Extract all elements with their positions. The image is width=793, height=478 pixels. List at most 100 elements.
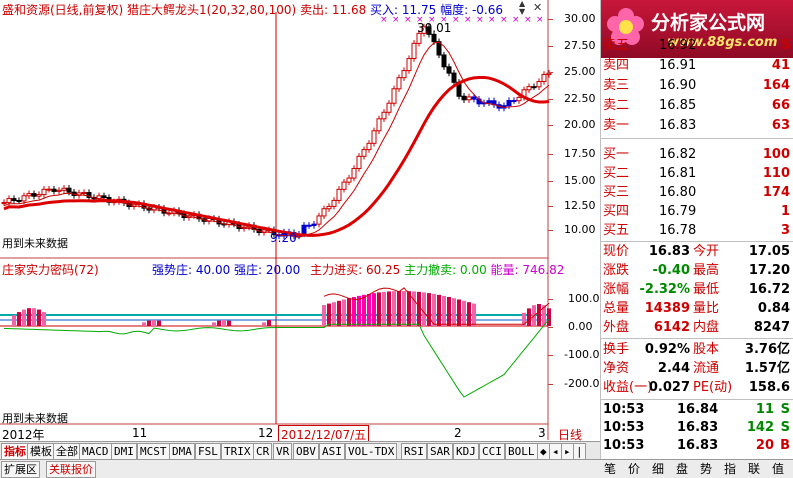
tick-row: 10:53 16.83 20 B	[601, 437, 793, 455]
ask-volume: 63	[771, 118, 790, 133]
panel-tab-bar: 笔价细盘势指联值	[600, 459, 793, 478]
close-icon[interactable]: ✕	[533, 1, 542, 14]
tab-obv[interactable]: OBV	[293, 443, 319, 460]
bid-price: 16.82	[659, 147, 697, 162]
energy-bar	[327, 303, 331, 326]
ask-label: 卖一	[603, 118, 630, 133]
stat-value: 8247	[753, 320, 790, 335]
stat-label: 最低	[693, 282, 720, 297]
candle-body	[451, 72, 457, 83]
panel-tab[interactable]: 细	[652, 461, 664, 477]
energy-bar	[382, 291, 386, 326]
ask-row[interactable]: 卖一 16.83 63	[601, 116, 793, 136]
tab-cci[interactable]: CCI	[479, 443, 505, 460]
stat-value: -2.32%	[639, 282, 691, 297]
energy-bar	[397, 291, 401, 326]
main-chart[interactable]: × × × × × × × × × × × × × × 盛和资源(日线,前复权) 猎庄大鳄龙头1(20,3…	[0, 0, 600, 444]
main-y-tick: 15.00	[564, 174, 596, 187]
candle-body	[31, 193, 37, 197]
tab-vol-tdx[interactable]: VOL-TDX	[345, 443, 398, 460]
stat-label: 涨跌	[603, 263, 630, 278]
panel-tab[interactable]: 势	[700, 461, 712, 477]
ask-row[interactable]: 卖五 16.92 5	[601, 36, 793, 56]
energy-bar	[457, 299, 461, 326]
tab-dmi[interactable]: DMI	[111, 443, 137, 460]
tick-row: 10:53 16.83 142 S	[601, 419, 793, 437]
main-y-tick: 17.50	[564, 147, 596, 160]
tab-sar[interactable]: SAR	[427, 443, 453, 460]
tab-模板[interactable]: 模板	[27, 443, 55, 460]
low-price-label: 9.20	[270, 231, 297, 245]
tab-dma[interactable]: DMA	[169, 443, 195, 460]
tab-vr[interactable]: VR	[273, 443, 293, 460]
candle-body	[461, 95, 467, 101]
bid-row[interactable]: 买一 16.82 100	[601, 145, 793, 165]
tab-scroll-icon[interactable]: |	[573, 443, 586, 460]
tick-price: 16.83	[677, 420, 719, 435]
tab-boll[interactable]: BOLL	[505, 443, 538, 460]
chart-canvas[interactable]: × × × × × × × × × × × × × ×	[0, 0, 600, 440]
bid-volume: 3	[780, 223, 790, 238]
bid-row[interactable]: 买二 16.81 110	[601, 164, 793, 184]
bid-row[interactable]: 买三 16.80 174	[601, 183, 793, 203]
nav-down-icon[interactable]: ▼	[519, 7, 525, 16]
energy-bar	[32, 308, 36, 326]
sell-value: 卖出: 11.68	[300, 3, 367, 17]
energy-bar	[322, 305, 326, 326]
sub-y-tick: -200.0	[564, 377, 600, 390]
energy-bar	[267, 320, 271, 326]
panel-tab[interactable]: 联	[748, 461, 760, 477]
tab-asi[interactable]: ASI	[319, 443, 345, 460]
x-label-11: 11	[132, 426, 148, 440]
tab-cr[interactable]: CR	[253, 443, 273, 460]
tab-fsl[interactable]: FSL	[195, 443, 221, 460]
energy-bar	[432, 293, 436, 326]
candle-body	[36, 194, 42, 197]
tab-scroll-icon[interactable]: ◂	[549, 443, 562, 460]
bid-row[interactable]: 买四 16.79 1	[601, 202, 793, 222]
ask-price: 16.90	[659, 78, 697, 93]
panel-tab[interactable]: 盘	[676, 461, 688, 477]
candle-body	[51, 188, 57, 192]
stat-value: 0.84	[757, 301, 790, 316]
candle-body	[56, 189, 62, 192]
tick-volume: 20	[755, 438, 774, 453]
ask-row[interactable]: 卖二 16.85 66	[601, 96, 793, 116]
ask-price: 16.85	[659, 98, 697, 113]
tab-mcst[interactable]: MCST	[137, 443, 170, 460]
y-tick-mark	[548, 206, 553, 207]
ask-row[interactable]: 卖三 16.90 164	[601, 76, 793, 96]
candle-body	[301, 224, 307, 235]
bid-volume: 174	[762, 185, 790, 200]
panel-tab[interactable]: 笔	[604, 461, 616, 477]
tab-全部[interactable]: 全部	[53, 443, 81, 460]
tab-指标[interactable]: 指标	[1, 443, 29, 460]
bid-row[interactable]: 买五 16.78 3	[601, 221, 793, 241]
main-y-tick: 22.50	[564, 92, 596, 105]
candle-body	[441, 54, 447, 68]
tab-scroll-icon[interactable]: ▸	[561, 443, 574, 460]
stat-row: 总量 14389 量比 0.84	[601, 299, 793, 318]
y-tick-mark	[548, 355, 553, 356]
tick-time: 10:53	[603, 420, 645, 435]
ask-row[interactable]: 卖四 16.91 41	[601, 56, 793, 76]
candle-body	[66, 187, 72, 193]
tab-macd[interactable]: MACD	[79, 443, 112, 460]
main-y-tick: 27.50	[564, 39, 596, 52]
x-label-3: 3	[538, 426, 546, 440]
panel-tab[interactable]: 指	[724, 461, 736, 477]
extend-area-tab[interactable]: 扩展区	[1, 461, 40, 478]
panel-tab[interactable]: 价	[628, 461, 640, 477]
candle-body	[381, 111, 387, 120]
tab-scroll-icon[interactable]: ◆	[537, 443, 550, 460]
candle-body	[431, 33, 437, 43]
bid-volume: 1	[780, 204, 790, 219]
panel-tab[interactable]: 值	[772, 461, 784, 477]
tab-rsi[interactable]: RSI	[401, 443, 427, 460]
tab-kdj[interactable]: KDJ	[453, 443, 479, 460]
y-tick-mark	[548, 154, 553, 155]
related-quote-tab[interactable]: 关联报价	[46, 461, 96, 478]
energy-bar	[42, 312, 46, 326]
candle-body	[376, 118, 382, 132]
tab-trix[interactable]: TRIX	[221, 443, 254, 460]
